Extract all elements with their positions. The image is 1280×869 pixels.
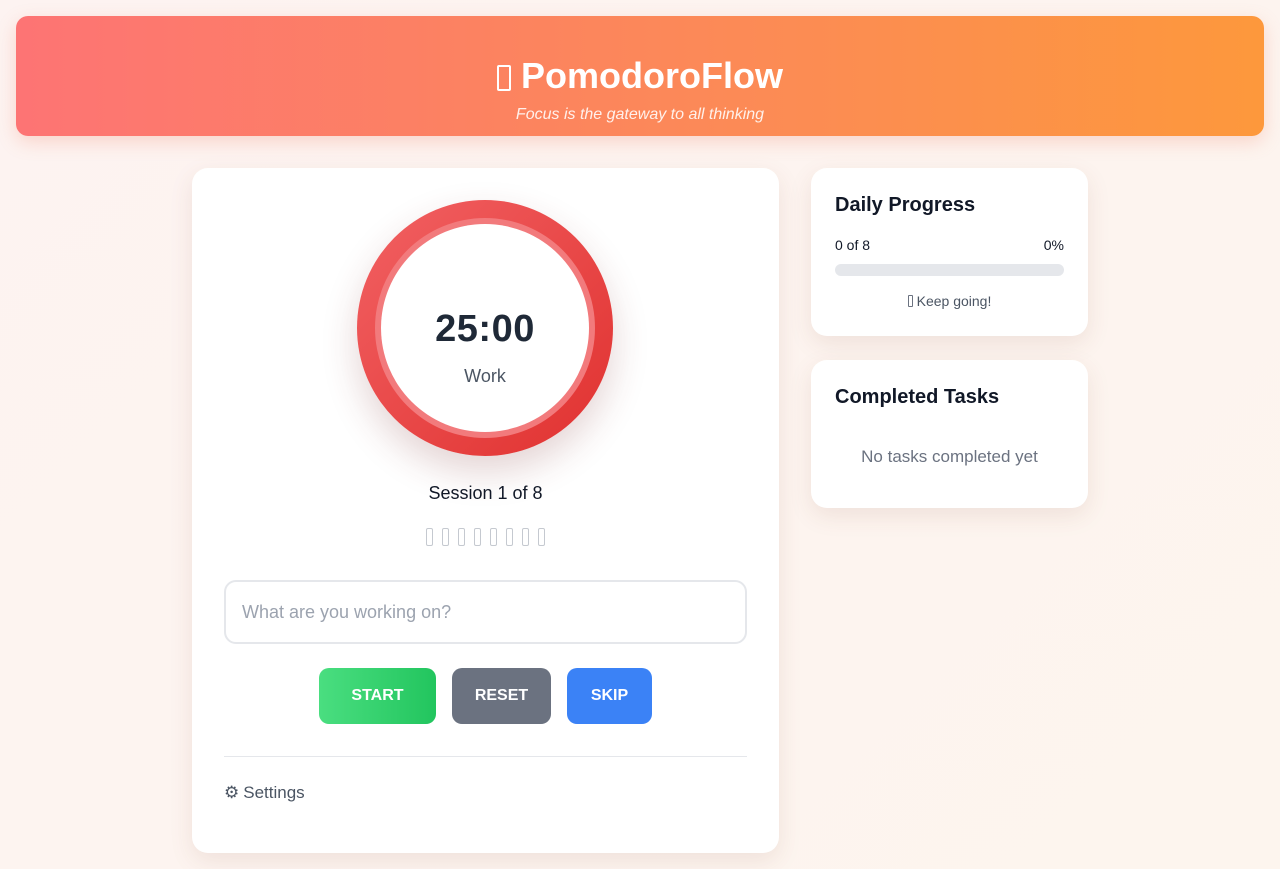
task-input[interactable] <box>224 580 747 644</box>
reset-button[interactable]: RESET <box>452 668 551 724</box>
session-indicator-icon <box>474 528 481 546</box>
app-subtitle: Focus is the gateway to all thinking <box>515 106 765 123</box>
daily-progress-title: Daily Progress <box>835 194 976 216</box>
daily-progress-card: Daily Progress 0 of 8 0% Keep going! <box>811 168 1088 336</box>
app-title: PomodoroFlow <box>16 54 1264 98</box>
session-indicator-icon <box>538 528 545 546</box>
session-counter: Session 1 of 8 <box>428 483 543 503</box>
progress-percent: 0% <box>1043 237 1064 253</box>
motivation-icon <box>907 295 913 307</box>
progress-message: Keep going! <box>811 293 1088 309</box>
completed-tasks-title: Completed Tasks <box>835 386 1000 408</box>
progress-message-text: Keep going! <box>916 293 992 309</box>
timer-mode-label: Work <box>464 366 506 386</box>
tomato-icon <box>497 65 512 91</box>
start-button[interactable]: START <box>319 668 436 724</box>
app-title-text: PomodoroFlow <box>521 55 783 96</box>
session-indicator-icon <box>442 528 449 546</box>
session-indicator-icon <box>458 528 465 546</box>
timer-ring: 25:00 Work <box>357 200 613 456</box>
session-indicators <box>192 528 779 551</box>
session-indicator-icon <box>522 528 529 546</box>
timer-face: 25:00 Work <box>381 224 589 432</box>
progress-bar <box>835 264 1064 276</box>
gear-icon: ⚙ <box>224 783 240 802</box>
progress-count: 0 of 8 <box>835 237 871 253</box>
session-indicator-icon <box>506 528 513 546</box>
settings-toggle[interactable]: ⚙ Settings <box>224 783 305 803</box>
timer-card: 25:00 Work Session 1 of 8 START RESET SK… <box>192 168 779 853</box>
session-indicator-icon <box>490 528 497 546</box>
divider <box>224 756 747 757</box>
completed-tasks-empty: No tasks completed yet <box>861 447 1038 466</box>
session-indicator-icon <box>426 528 433 546</box>
settings-label: Settings <box>243 783 305 802</box>
skip-button[interactable]: SKIP <box>567 668 652 724</box>
app-header: PomodoroFlow Focus is the gateway to all… <box>16 16 1264 136</box>
timer-display: 25:00 <box>435 308 535 350</box>
completed-tasks-card: Completed Tasks No tasks completed yet <box>811 360 1088 508</box>
